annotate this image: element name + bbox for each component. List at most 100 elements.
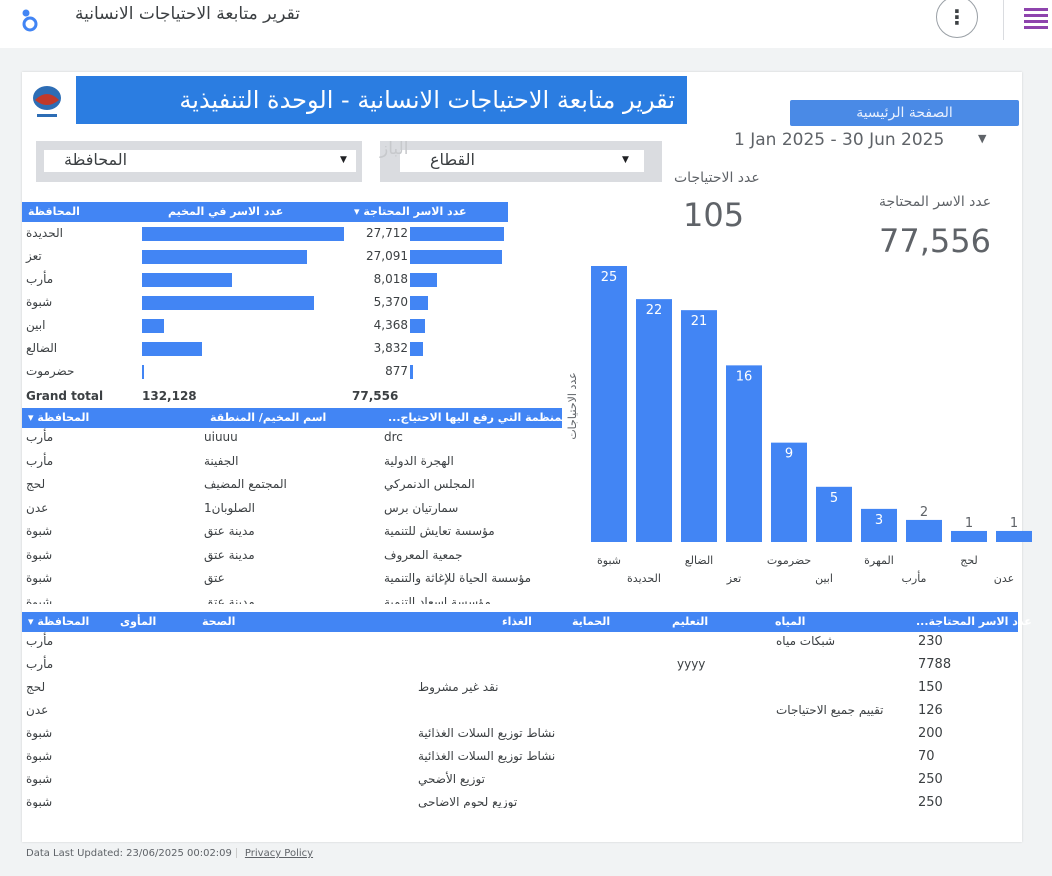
- date-dropdown-arrow-icon[interactable]: ▼: [978, 132, 986, 145]
- table3-col-shelter[interactable]: المأوى: [120, 615, 156, 628]
- chart-bar[interactable]: [681, 310, 717, 542]
- sector-filter-label: القطاع: [430, 150, 475, 169]
- chart-data-label: 21: [691, 314, 708, 329]
- table1-row[interactable]: [22, 337, 508, 359]
- table3-col-water[interactable]: المياه: [775, 615, 805, 628]
- chevron-down-icon: ▼: [340, 155, 347, 165]
- table3-cell-food: توزيع الأضحي: [418, 772, 485, 786]
- table2-cell-organization: مؤسسة الحياة للإغاثة والتنمية: [384, 571, 532, 585]
- chart-bar[interactable]: [636, 299, 672, 542]
- table1-body: الحديدة 27,712 تعز 27,091 مأرب 8,018 شبوة 5,370…: [22, 222, 508, 410]
- table1-cell-governorate: تعز: [26, 249, 42, 263]
- table2-cell-organization: الهجرة الدولية: [384, 453, 454, 468]
- table1-cell-needy-value: 27,091: [366, 249, 408, 263]
- table3-cell-food: نشاط توزيع السلات الغذائية: [418, 726, 556, 740]
- chart-bar[interactable]: [996, 530, 1032, 542]
- table3-cell-governorate: مأرب: [26, 634, 54, 648]
- table1-cell-needy-value: 3,832: [373, 341, 408, 355]
- table3-row[interactable]: [22, 655, 1018, 677]
- last-updated-text: Data Last Updated: 23/06/2025 00:02:09: [26, 848, 232, 859]
- chart-bar[interactable]: [906, 519, 942, 542]
- table3-col-needy-families[interactable]: عدد الاسر المحتاجة...: [916, 615, 1032, 628]
- needy-families-bar: [410, 365, 413, 379]
- table1-cell-governorate: شبوة: [26, 295, 53, 309]
- table2-cell-camp: المجتمع المضيف: [204, 477, 287, 491]
- home-page-button[interactable]: الصفحة الرئيسية: [790, 100, 1019, 126]
- table3-header: المحافظة ▾ المأوى الصحة الغذاء الحماية ا…: [22, 612, 1032, 632]
- chart-data-label: 2: [920, 505, 928, 520]
- table3-row[interactable]: [22, 632, 1018, 654]
- table2-row[interactable]: [22, 546, 562, 568]
- table2-row[interactable]: [22, 428, 562, 450]
- governorate-dropdown[interactable]: المحافظة ▼: [44, 150, 356, 172]
- chart-bar[interactable]: [726, 365, 762, 542]
- sector-dropdown[interactable]: القطاع ▼: [400, 150, 644, 172]
- table2-cell-camp: الصلوبان1: [204, 500, 256, 515]
- needy-families-bar: [410, 273, 438, 287]
- chart-bar[interactable]: [591, 266, 627, 542]
- table2-row[interactable]: [22, 452, 562, 474]
- needs-bar-chart: عدد الاحتياجات 25شبوة22الحديدة21الضالع16…: [566, 266, 1032, 585]
- table1-col-governorate[interactable]: المحافظة: [28, 205, 80, 218]
- table3-cell-governorate: شبوة: [26, 726, 53, 740]
- app-logo-icon[interactable]: [16, 6, 44, 34]
- table2-cell-organization: المجلس الدنمركي: [384, 477, 475, 491]
- table3-col-protection[interactable]: الحماية: [572, 615, 610, 628]
- table1-col-camp-families[interactable]: عدد الاسر في المخيم: [168, 205, 283, 218]
- table2-row[interactable]: [22, 499, 562, 521]
- table2-row[interactable]: [22, 475, 562, 497]
- table3-cell-needy-families: 230: [918, 634, 943, 649]
- table3-cell-governorate: شبوة: [26, 795, 53, 808]
- vertical-dots-icon: ⋮: [947, 5, 967, 29]
- table3-col-governorate[interactable]: المحافظة ▾: [28, 615, 89, 628]
- table2-col-governorate[interactable]: المحافظة ▾: [28, 411, 89, 424]
- report-title-banner: تقرير متابعة الاحتياجات الانسانية - الوح…: [76, 76, 687, 124]
- table3-cell-food: نقد غير مشروط: [418, 680, 499, 694]
- table2-col-organization[interactable]: المنظمة التي رفع اليها الاحتياج...: [388, 411, 570, 424]
- table3-col-education[interactable]: التعليم: [672, 615, 708, 628]
- table1-row[interactable]: [22, 360, 508, 382]
- table1-cell-needy-value: 8,018: [373, 272, 408, 286]
- sector-filter[interactable]: القطاع ▼: [380, 141, 662, 182]
- table2-cell-governorate: شبوة: [26, 594, 53, 605]
- needy-families-bar: [410, 227, 504, 241]
- table3-cell-food: توزيع لحوم الاضاحي: [418, 795, 518, 808]
- table2-cell-organization: جمعية المعروف: [384, 547, 463, 562]
- needs-count-value: 105: [683, 196, 745, 234]
- table2-col-camp[interactable]: اسم المخيم/ المنطقة: [210, 411, 326, 424]
- table1-total-camp: 132,128: [142, 389, 197, 403]
- table3-row[interactable]: [22, 793, 1018, 808]
- table2-cell-governorate: شبوة: [26, 571, 53, 585]
- needs-count-label: عدد الاحتياجات: [674, 170, 760, 186]
- table3-cell-needy-families: 70: [918, 749, 935, 764]
- chart-y-axis-label: عدد الاحتياجات: [566, 372, 579, 439]
- camp-families-bar: [142, 250, 307, 264]
- privacy-policy-link[interactable]: Privacy Policy: [245, 848, 313, 859]
- divider: [1003, 0, 1004, 40]
- table2-cell-camp: مدينة عتق: [204, 547, 255, 562]
- table2-cell-governorate: مأرب: [26, 453, 54, 468]
- table1-row[interactable]: [22, 314, 508, 336]
- table3-col-food[interactable]: الغذاء: [502, 615, 532, 628]
- table3-row[interactable]: [22, 678, 1018, 700]
- table1-cell-needy-value: 877: [385, 364, 408, 378]
- report-menu-icon[interactable]: [1023, 4, 1049, 32]
- divider: [235, 848, 237, 858]
- chart-bar[interactable]: [951, 530, 987, 542]
- table3-col-health[interactable]: الصحة: [202, 615, 235, 628]
- table2-cell-governorate: شبوة: [26, 524, 53, 538]
- table1-cell-governorate: مأرب: [26, 272, 54, 286]
- needy-families-label: عدد الاسر المحتاجة: [879, 194, 992, 210]
- camp-families-bar: [142, 319, 165, 333]
- date-range-picker[interactable]: 1 Jan 2025 - 30 Jun 2025: [734, 130, 944, 150]
- governorate-filter[interactable]: المحافظة ▼: [36, 141, 362, 182]
- needy-families-bar: [410, 319, 425, 333]
- table1-cell-needy-value: 27,712: [366, 226, 408, 240]
- table3-row[interactable]: [22, 770, 1018, 792]
- table2-header: المحافظة ▾ اسم المخيم/ المنطقة المنظمة ا…: [22, 408, 570, 428]
- chart-category-label: الحديدة: [627, 572, 661, 585]
- table3-cell-governorate: مأرب: [26, 657, 54, 671]
- table2-cell-governorate: لحج: [26, 477, 46, 491]
- chart-category-label: حضرموت: [767, 554, 811, 567]
- table1-col-needy-families[interactable]: عدد الاسر المحتاجة ▾: [354, 205, 467, 218]
